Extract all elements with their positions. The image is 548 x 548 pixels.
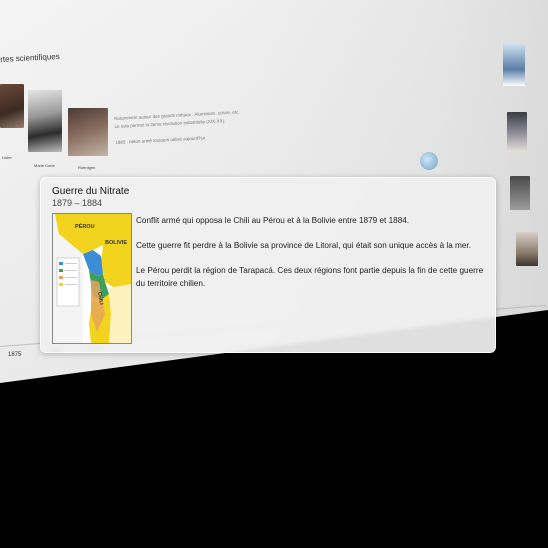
globe-icon <box>420 152 438 170</box>
war-map-image[interactable]: PÉROU BOLIVIE CHILI <box>52 213 132 344</box>
event-paragraph: Cette guerre fit perdre à la Bolivie sa … <box>136 241 471 250</box>
timeline-view: rtes scientifiques Lister Marie Curie Ro… <box>0 0 548 548</box>
event-paragraph: Le Pérou perdit la région de Tarapacá. C… <box>136 266 484 288</box>
thumbnail-caption: Marie Curie <box>34 163 55 168</box>
map-label-bolivia: BOLIVIE <box>105 240 127 246</box>
right-thumbnail-3[interactable] <box>510 176 530 210</box>
event-dates: 1879 – 1884 <box>52 198 103 208</box>
year-tick: 1875 <box>8 352 22 358</box>
thumbnail-caption: Lister <box>2 155 12 160</box>
right-thumbnail-4[interactable] <box>516 232 538 266</box>
lister-thumbnail[interactable] <box>0 84 24 128</box>
thumbnail-caption: Roentgen <box>78 165 96 170</box>
right-thumbnail-2[interactable] <box>507 112 527 152</box>
event-title: Guerre du Nitrate <box>52 186 130 197</box>
right-thumbnail-1[interactable] <box>503 44 525 86</box>
event-description: Conflit armé qui opposa le Chili au Péro… <box>136 215 486 303</box>
marie-curie-thumbnail[interactable] <box>28 90 62 152</box>
roentgen-thumbnail[interactable] <box>68 108 108 156</box>
event-popover[interactable]: Guerre du Nitrate 1879 – 1884 PÉROU BOLI… <box>40 177 496 353</box>
event-paragraph: Conflit armé qui opposa le Chili au Péro… <box>136 216 410 225</box>
map-label-peru: PÉROU <box>75 222 95 230</box>
